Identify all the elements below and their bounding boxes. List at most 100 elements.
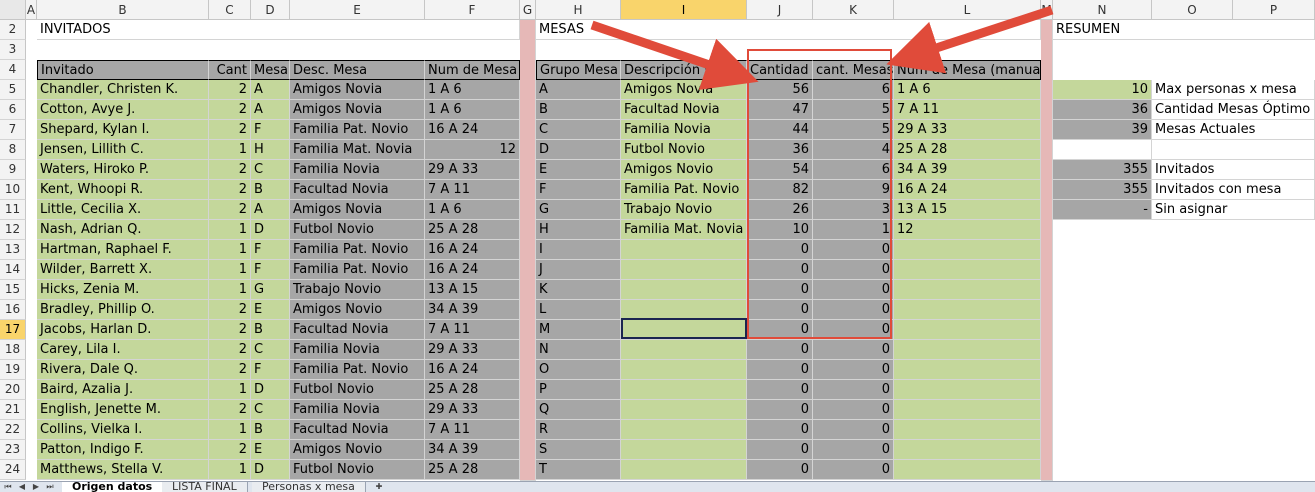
guest-name-cell[interactable]: Bradley, Phillip O.: [37, 300, 209, 320]
column-header-h[interactable]: H: [536, 0, 621, 20]
guest-cant-cell[interactable]: 1: [209, 240, 251, 260]
mesa-grupo-cell[interactable]: R: [536, 420, 621, 440]
mesa-manual-cell[interactable]: 29 A 33: [894, 120, 1041, 140]
guest-desc-cell[interactable]: Familia Mat. Novia: [290, 140, 425, 160]
guest-mesa-cell[interactable]: B: [251, 320, 290, 340]
row-header-21[interactable]: 21: [0, 400, 26, 420]
mesa-desc-cell[interactable]: [621, 280, 747, 300]
resumen-value-cell[interactable]: 355: [1053, 180, 1152, 200]
mesa-cant-mesas-cell[interactable]: 0: [813, 300, 894, 320]
guest-desc-cell[interactable]: Amigos Novio: [290, 440, 425, 460]
mesa-cant-mesas-cell[interactable]: 0: [813, 360, 894, 380]
guest-cant-cell[interactable]: 2: [209, 160, 251, 180]
row-header-9[interactable]: 9: [0, 160, 26, 180]
mesa-desc-cell[interactable]: Familia Novia: [621, 120, 747, 140]
guest-desc-cell[interactable]: Amigos Novio: [290, 300, 425, 320]
header-num-mesa-manual[interactable]: Num de Mesa (manual): [894, 60, 1041, 80]
guest-desc-cell[interactable]: Familia Pat. Novio: [290, 120, 425, 140]
column-header-a[interactable]: A: [26, 0, 37, 20]
guest-name-cell[interactable]: English, Jenette M.: [37, 400, 209, 420]
guest-num-mesa-cell[interactable]: 29 A 33: [425, 160, 520, 180]
guest-cant-cell[interactable]: 2: [209, 300, 251, 320]
guest-cant-cell[interactable]: 2: [209, 120, 251, 140]
guest-mesa-cell[interactable]: A: [251, 80, 290, 100]
mesa-cantidad-cell[interactable]: 0: [747, 420, 813, 440]
guest-mesa-cell[interactable]: F: [251, 240, 290, 260]
guest-mesa-cell[interactable]: E: [251, 440, 290, 460]
header-descripcion[interactable]: Descripción M: [621, 60, 747, 80]
guest-num-mesa-cell[interactable]: 12: [425, 140, 520, 160]
guest-desc-cell[interactable]: Familia Novia: [290, 400, 425, 420]
mesa-cant-mesas-cell[interactable]: 4: [813, 140, 894, 160]
mesa-cant-mesas-cell[interactable]: 3: [813, 200, 894, 220]
mesa-cantidad-cell[interactable]: 0: [747, 240, 813, 260]
mesa-cantidad-cell[interactable]: 0: [747, 440, 813, 460]
mesa-desc-cell[interactable]: Futbol Novio: [621, 140, 747, 160]
mesa-grupo-cell[interactable]: H: [536, 220, 621, 240]
row-header-23[interactable]: 23: [0, 440, 26, 460]
guest-name-cell[interactable]: Rivera, Dale Q.: [37, 360, 209, 380]
guest-name-cell[interactable]: Jacobs, Harlan D.: [37, 320, 209, 340]
guest-mesa-cell[interactable]: D: [251, 380, 290, 400]
guest-mesa-cell[interactable]: A: [251, 200, 290, 220]
guest-mesa-cell[interactable]: A: [251, 100, 290, 120]
guest-desc-cell[interactable]: Facultad Novia: [290, 420, 425, 440]
resumen-value-cell[interactable]: 39: [1053, 120, 1152, 140]
guest-name-cell[interactable]: Waters, Hiroko P.: [37, 160, 209, 180]
guest-desc-cell[interactable]: Amigos Novia: [290, 200, 425, 220]
mesa-desc-cell[interactable]: [621, 380, 747, 400]
row-header-7[interactable]: 7: [0, 120, 26, 140]
guest-num-mesa-cell[interactable]: 25 A 28: [425, 460, 520, 480]
mesa-manual-cell[interactable]: [894, 320, 1041, 340]
column-header-j[interactable]: J: [747, 0, 813, 20]
guest-desc-cell[interactable]: Facultad Novia: [290, 180, 425, 200]
guest-name-cell[interactable]: Baird, Azalia J.: [37, 380, 209, 400]
guest-num-mesa-cell[interactable]: 1 A 6: [425, 100, 520, 120]
row-header-12[interactable]: 12: [0, 220, 26, 240]
mesa-cant-mesas-cell[interactable]: 0: [813, 400, 894, 420]
guest-num-mesa-cell[interactable]: 29 A 33: [425, 400, 520, 420]
guest-desc-cell[interactable]: Amigos Novia: [290, 80, 425, 100]
mesa-grupo-cell[interactable]: D: [536, 140, 621, 160]
guest-mesa-cell[interactable]: C: [251, 160, 290, 180]
mesa-manual-cell[interactable]: [894, 380, 1041, 400]
mesa-grupo-cell[interactable]: M: [536, 320, 621, 340]
mesa-manual-cell[interactable]: [894, 360, 1041, 380]
guest-num-mesa-cell[interactable]: 16 A 24: [425, 120, 520, 140]
column-header-m[interactable]: M: [1041, 0, 1053, 20]
mesa-desc-cell[interactable]: Familia Pat. Novio: [621, 180, 747, 200]
mesa-grupo-cell[interactable]: P: [536, 380, 621, 400]
mesa-desc-cell[interactable]: [621, 400, 747, 420]
guest-cant-cell[interactable]: 1: [209, 260, 251, 280]
guest-num-mesa-cell[interactable]: 16 A 24: [425, 360, 520, 380]
guest-num-mesa-cell[interactable]: 7 A 11: [425, 420, 520, 440]
guest-cant-cell[interactable]: 2: [209, 400, 251, 420]
mesa-cant-mesas-cell[interactable]: 5: [813, 100, 894, 120]
mesa-manual-cell[interactable]: 12: [894, 220, 1041, 240]
guest-name-cell[interactable]: Nash, Adrian Q.: [37, 220, 209, 240]
row-header-10[interactable]: 10: [0, 180, 26, 200]
guest-desc-cell[interactable]: Futbol Novio: [290, 460, 425, 480]
mesa-cant-mesas-cell[interactable]: 0: [813, 280, 894, 300]
guest-mesa-cell[interactable]: H: [251, 140, 290, 160]
mesa-grupo-cell[interactable]: Q: [536, 400, 621, 420]
guest-name-cell[interactable]: Wilder, Barrett X.: [37, 260, 209, 280]
row-header-24[interactable]: 24: [0, 460, 26, 480]
guest-desc-cell[interactable]: Facultad Novia: [290, 320, 425, 340]
mesa-cant-mesas-cell[interactable]: 0: [813, 440, 894, 460]
guest-num-mesa-cell[interactable]: 25 A 28: [425, 380, 520, 400]
mesa-cantidad-cell[interactable]: 26: [747, 200, 813, 220]
guest-mesa-cell[interactable]: C: [251, 400, 290, 420]
mesa-manual-cell[interactable]: [894, 340, 1041, 360]
guest-mesa-cell[interactable]: G: [251, 280, 290, 300]
mesa-grupo-cell[interactable]: F: [536, 180, 621, 200]
mesa-manual-cell[interactable]: [894, 420, 1041, 440]
row-header-3[interactable]: 3: [0, 40, 26, 60]
row-header-18[interactable]: 18: [0, 340, 26, 360]
mesa-manual-cell[interactable]: [894, 400, 1041, 420]
mesa-desc-cell[interactable]: [621, 260, 747, 280]
column-header-f[interactable]: F: [425, 0, 520, 20]
mesa-cantidad-cell[interactable]: 82: [747, 180, 813, 200]
column-header-b[interactable]: B: [37, 0, 209, 20]
guest-num-mesa-cell[interactable]: 25 A 28: [425, 220, 520, 240]
